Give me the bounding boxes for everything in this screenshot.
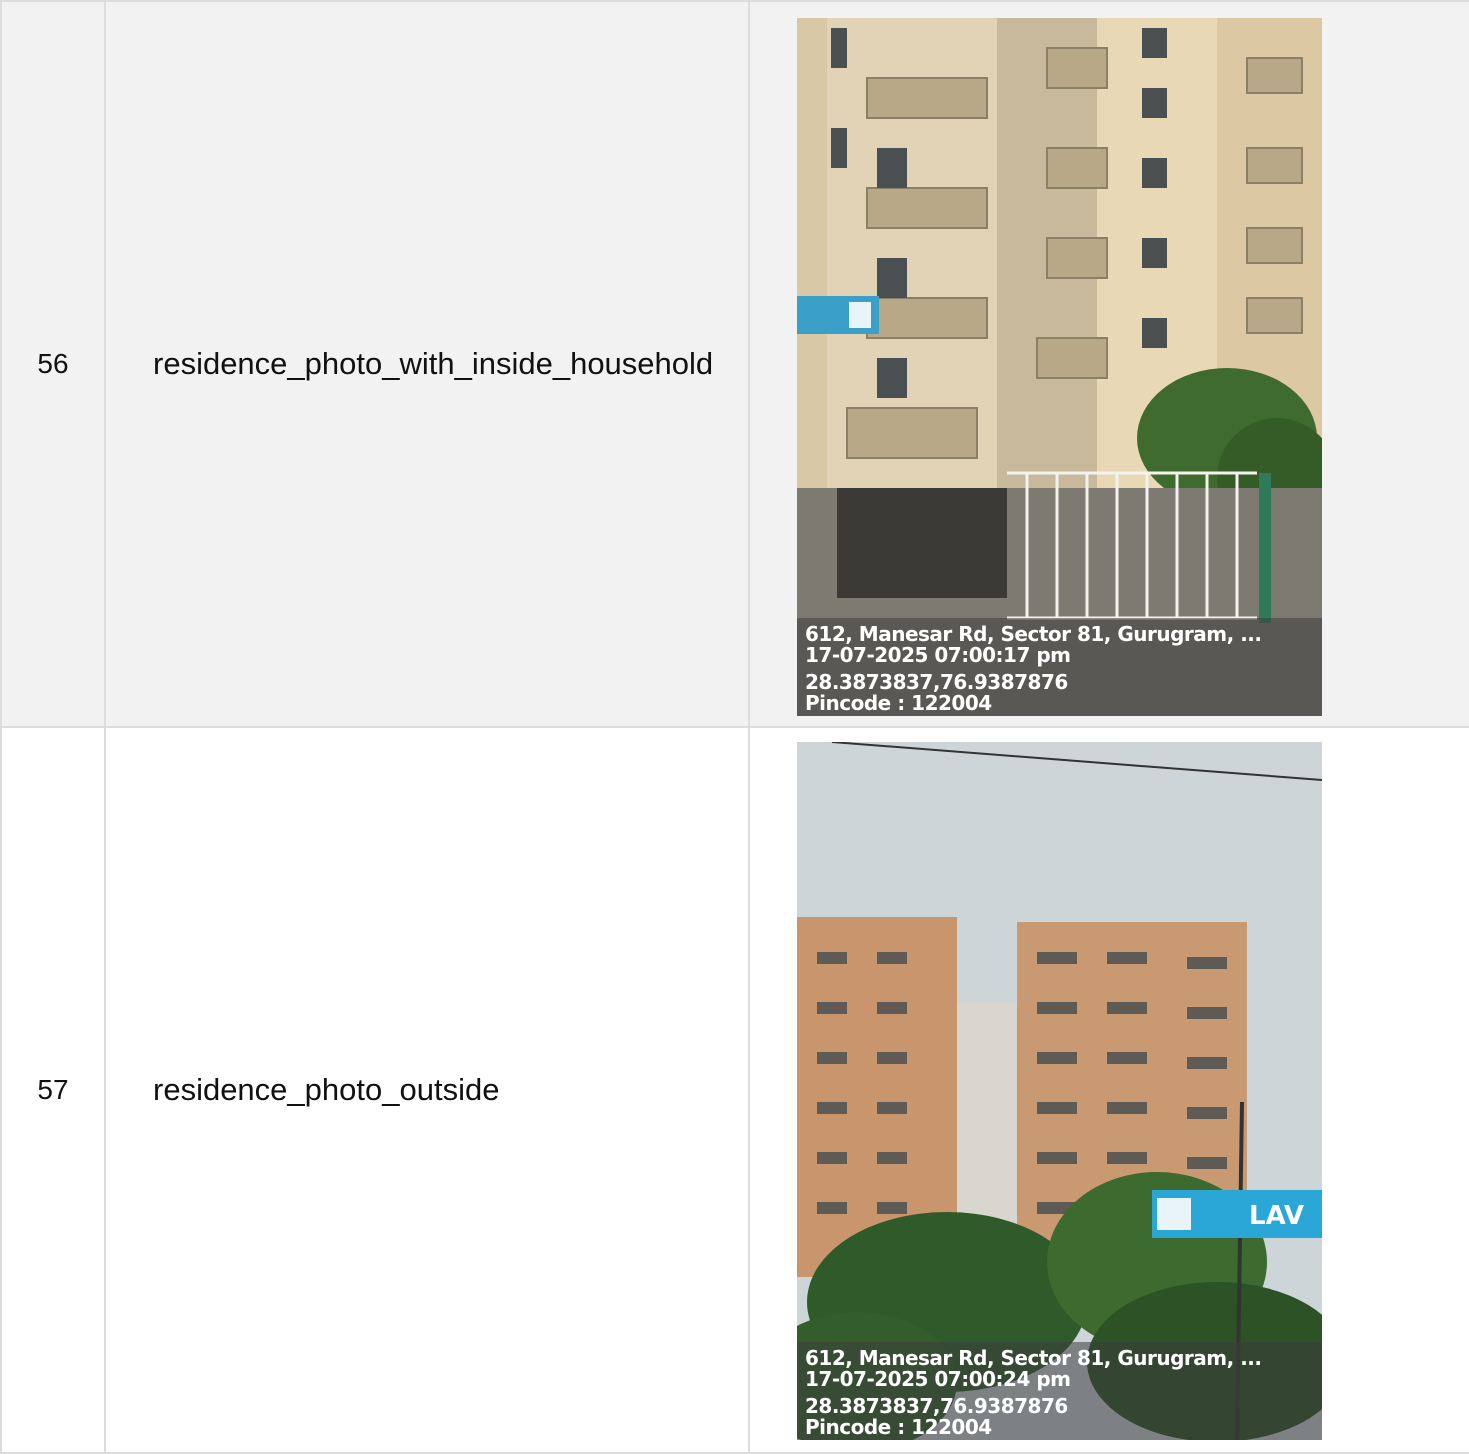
geotag-address: 612, Manesar Rd, Sector 81, Gurugram, ..… (805, 1346, 1262, 1370)
geotag-coordinates: 28.3873837,76.9387876 (805, 1394, 1068, 1418)
report-table: 56 residence_photo_with_inside_household (0, 0, 1469, 1454)
geotag-datetime: 17-07-2025 07:00:24 pm (805, 1367, 1071, 1391)
row-number: 57 (0, 726, 106, 1454)
geotag-address: 612, Manesar Rd, Sector 81, Gurugram, ..… (805, 622, 1262, 646)
photo-geotag-stamp: 612, Manesar Rd, Sector 81, Gurugram, ..… (797, 618, 1322, 716)
row-number: 56 (0, 0, 106, 728)
residence-photo-outside[interactable]: LAV 612, Manesar Rd, Sector 81, Gurugram… (797, 742, 1322, 1440)
table-row: 56 residence_photo_with_inside_household (0, 0, 1469, 728)
residence-photo-inside[interactable]: 612, Manesar Rd, Sector 81, Gurugram, ..… (797, 18, 1322, 716)
photo-cell: 612, Manesar Rd, Sector 81, Gurugram, ..… (748, 0, 1469, 728)
geotag-pincode: Pincode : 122004 (805, 1415, 992, 1439)
photo-cell: LAV 612, Manesar Rd, Sector 81, Gurugram… (748, 726, 1469, 1454)
geotag-pincode: Pincode : 122004 (805, 691, 992, 715)
geotag-coordinates: 28.3873837,76.9387876 (805, 670, 1068, 694)
photo-type-label: residence_photo_with_inside_household (104, 0, 750, 728)
photo-type-label: residence_photo_outside (104, 726, 750, 1454)
photo-geotag-stamp: 612, Manesar Rd, Sector 81, Gurugram, ..… (797, 1342, 1322, 1440)
building-facade-image (797, 18, 1322, 716)
apartment-towers-image: LAV (797, 742, 1322, 1440)
geotag-datetime: 17-07-2025 07:00:17 pm (805, 643, 1071, 667)
signage-text: LAV (1249, 1201, 1304, 1231)
table-row: 57 residence_photo_outside LAV 612, Mane… (0, 726, 1469, 1454)
